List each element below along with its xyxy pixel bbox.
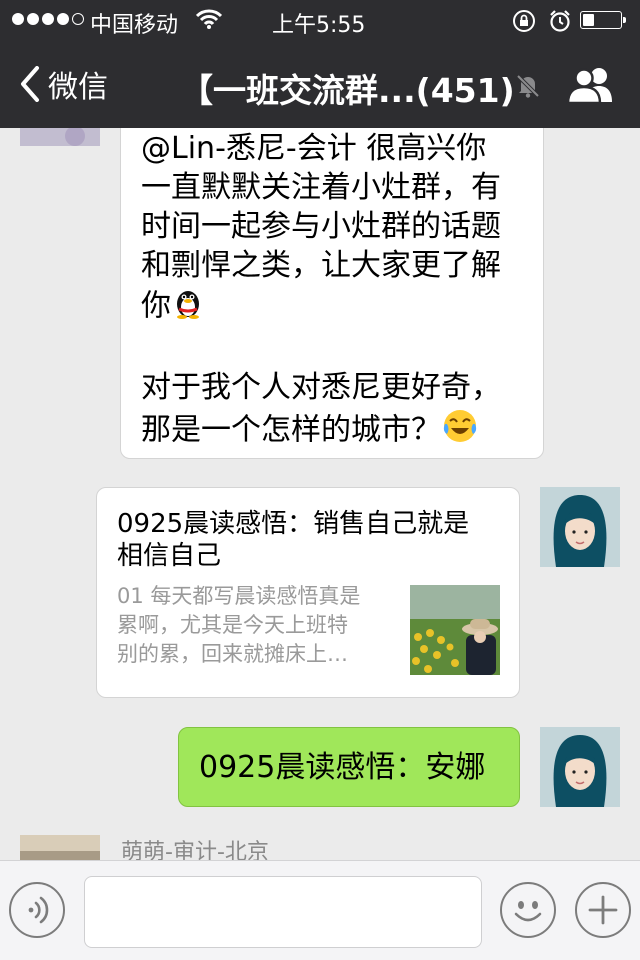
chat-area[interactable]: @Lin-悉尼-会计 很高兴你 一直默默关注着小灶群，有 时间一起参与小灶群的话… (0, 128, 640, 860)
chevron-left-icon (21, 66, 39, 102)
alarm-icon (548, 9, 572, 39)
avatar[interactable] (20, 128, 100, 146)
link-card-title: 0925晨读感悟：销售自己就是 相信自己 (117, 509, 470, 571)
group-icon[interactable] (566, 66, 616, 108)
tears-of-joy-emoji-icon (441, 407, 479, 455)
link-card-bubble[interactable]: 0925晨读感悟：销售自己就是 相信自己 01 每天都写晨读感悟真是 累啊，尤其… (96, 487, 520, 698)
message-bubble-incoming[interactable]: @Lin-悉尼-会计 很高兴你 一直默默关注着小灶群，有 时间一起参与小灶群的话… (120, 128, 544, 459)
message-bubble-outgoing[interactable]: 0925晨读感悟：安娜 (178, 727, 520, 807)
status-bar: 中国移动 上午5:55 (0, 0, 640, 40)
bell-mute-icon (515, 73, 541, 103)
voice-button[interactable] (9, 882, 65, 938)
avatar[interactable] (20, 835, 100, 860)
back-button[interactable]: 微信 (20, 62, 108, 106)
rotation-lock-icon (512, 9, 536, 39)
plus-icon (588, 895, 618, 925)
more-button[interactable] (575, 882, 631, 938)
penguin-emoji-icon (171, 285, 205, 329)
wifi-icon (195, 8, 223, 36)
message-text: @Lin-悉尼-会计 很高兴你 一直默默关注着小灶群，有 时间一起参与小灶群的话… (141, 129, 525, 455)
battery-level (583, 14, 594, 26)
sender-name: 萌萌-审计-北京 (121, 840, 269, 860)
input-bar (0, 860, 640, 960)
link-card-thumbnail (410, 585, 500, 675)
link-card-description: 01 每天都写晨读感悟真是 累啊，尤其是今天上班特 别的累，回来就摊床上… (117, 584, 361, 666)
voice-icon (28, 896, 49, 924)
chat-header: 微信 【一班交流群...(451) (0, 40, 640, 128)
smiley-icon (514, 901, 542, 922)
page-title: 【一班交流群...(451) (180, 71, 515, 110)
avatar[interactable] (540, 727, 620, 807)
signal-strength-icon (12, 13, 84, 25)
back-label: 微信 (48, 70, 108, 105)
status-time: 上午5:55 (272, 13, 366, 38)
emoji-button[interactable] (500, 882, 556, 938)
carrier-label: 中国移动 (90, 13, 179, 38)
battery-icon (580, 11, 626, 29)
message-text: 0925晨读感悟：安娜 (199, 750, 486, 785)
message-input[interactable] (84, 876, 482, 948)
avatar[interactable] (540, 487, 620, 567)
